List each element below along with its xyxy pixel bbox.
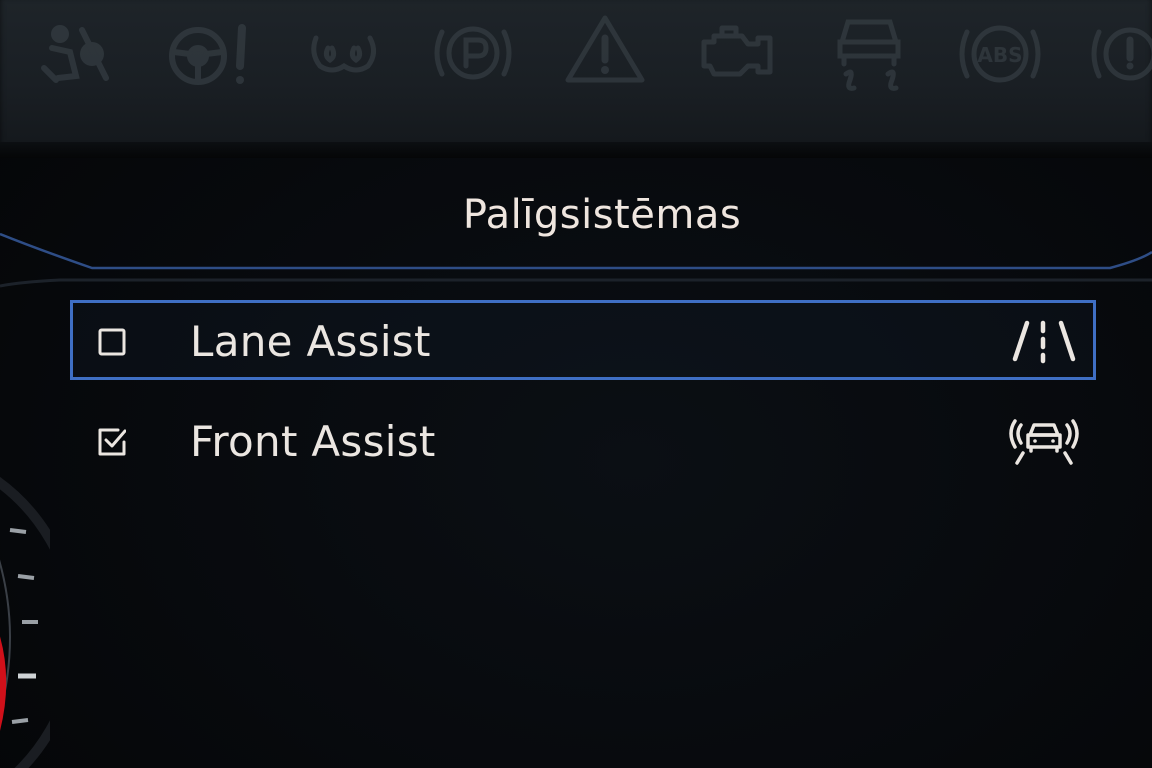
hazard-warning-icon [560,8,650,98]
lane-assist-icon [1009,317,1079,365]
bezel-edge [0,142,1152,158]
header-divider [0,232,1152,288]
brake-warning-icon [1085,8,1152,98]
front-assist-icon [1009,417,1079,465]
parking-brake-icon [428,8,518,98]
steering-warning-icon [160,8,250,98]
telltale-bar: ABS [0,0,1152,150]
traction-control-icon [824,8,914,98]
front-assist-label: Front Assist [190,417,436,466]
airbag-off-icon [30,8,120,98]
menu-item-front-assist[interactable]: Front Assist [70,400,1096,480]
check-engine-icon [692,8,782,98]
instrument-cluster-display: ABS Palīgsistēmas Lane Assist Front Assi… [0,0,1152,768]
glow-plug-icon [298,8,388,98]
svg-text:ABS: ABS [977,43,1022,67]
speedometer-gauge [0,470,81,768]
checkbox-checked-icon[interactable] [98,428,127,456]
menu-item-lane-assist[interactable]: Lane Assist [70,300,1096,380]
abs-icon: ABS [955,8,1045,98]
lane-assist-label: Lane Assist [190,317,431,366]
checkbox-unchecked-icon[interactable] [98,328,126,356]
